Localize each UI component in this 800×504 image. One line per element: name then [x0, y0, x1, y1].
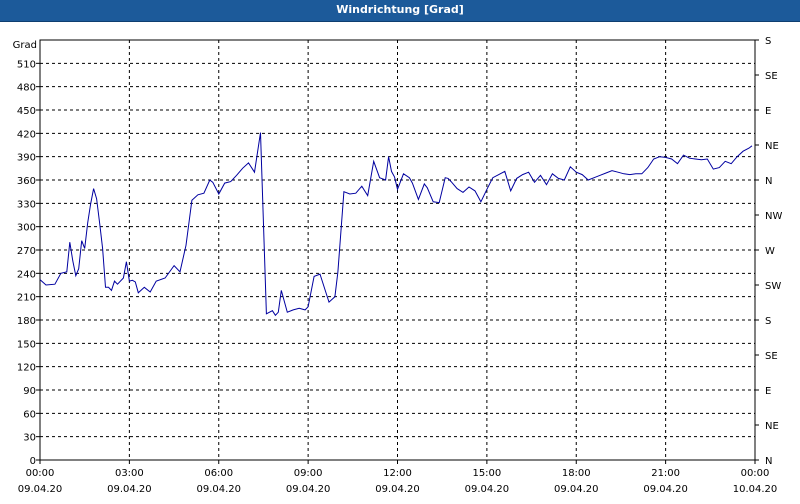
- right-axis-ticks: N NE E SE S SW W NW N NE E SE S: [755, 36, 782, 467]
- grid: [40, 40, 755, 460]
- right-tick-label: SE: [765, 351, 778, 362]
- y-tick-label: 180: [17, 316, 36, 327]
- y-tick-label: 120: [17, 363, 36, 374]
- x-tick-time-label: 06:00: [204, 468, 233, 479]
- y-tick-label: 30: [23, 433, 36, 444]
- window-title: Windrichtung [Grad]: [336, 3, 464, 16]
- x-tick-time-label: 09:00: [294, 468, 323, 479]
- x-tick-date-label: 09.04.20: [18, 484, 63, 495]
- x-tick-time-label: 03:00: [115, 468, 144, 479]
- x-tick-date-label: 09.04.20: [643, 484, 688, 495]
- x-tick-time-label: 12:00: [383, 468, 412, 479]
- right-tick-label: SW: [765, 281, 781, 292]
- x-tick-time-label: 21:00: [651, 468, 680, 479]
- right-tick-label: N: [765, 176, 772, 187]
- y-tick-label: 510: [17, 59, 36, 70]
- y-tick-label: 300: [17, 223, 36, 234]
- wind-direction-chart: Grad 0 30 60 90 120 150 180 210 240 270 300 330 360 3…: [13, 36, 783, 495]
- y-tick-label: 390: [17, 153, 36, 164]
- right-tick-label: S: [765, 316, 771, 327]
- right-tick-label: NW: [765, 211, 782, 222]
- x-tick-date-label: 09.04.20: [196, 484, 241, 495]
- chart-window: Windrichtung [Grad] Grad 0 30 60 90 120 150 18…: [0, 0, 800, 500]
- y-tick-label: 330: [17, 199, 36, 210]
- x-tick-date-label: 09.04.20: [465, 484, 510, 495]
- right-tick-label: NE: [765, 141, 779, 152]
- x-tick-date-label: 09.04.20: [554, 484, 599, 495]
- title-bar: Windrichtung [Grad]: [0, 0, 800, 22]
- y-tick-label: 60: [23, 409, 36, 420]
- right-tick-label: E: [765, 106, 771, 117]
- chart-area: Grad 0 30 60 90 120 150 180 210 240 270 300 330 360 3…: [0, 22, 800, 500]
- right-tick-label: S: [765, 36, 771, 47]
- x-tick-time-label: 00:00: [26, 468, 55, 479]
- right-tick-label: N: [765, 456, 772, 467]
- y-axis-ticks: 0 30 60 90 120 150 180 210 240 270 300 330 360 390 420…: [17, 59, 40, 467]
- x-axis-ticks: 00:00 09.04.20 03:00 09.04.20 06:00 09.04.20 0…: [18, 460, 778, 495]
- series-line: [39, 132, 753, 317]
- y-tick-label: 420: [17, 129, 36, 140]
- x-tick-date-label: 09.04.20: [107, 484, 152, 495]
- x-tick-time-label: 15:00: [472, 468, 501, 479]
- y-tick-label: 0: [30, 456, 36, 467]
- right-tick-label: NE: [765, 421, 779, 432]
- x-tick-date-label: 09.04.20: [286, 484, 331, 495]
- x-tick-date-label: 10.04.20: [733, 484, 778, 495]
- right-tick-label: E: [765, 386, 771, 397]
- y-tick-label: 450: [17, 106, 36, 117]
- y-tick-label: 150: [17, 339, 36, 350]
- right-tick-label: SE: [765, 71, 778, 82]
- right-tick-label: W: [765, 246, 775, 257]
- x-tick-time-label: 00:00: [741, 468, 770, 479]
- y-axis-label: Grad: [13, 40, 37, 51]
- y-tick-label: 210: [17, 293, 36, 304]
- x-tick-time-label: 18:00: [562, 468, 591, 479]
- x-tick-date-label: 09.04.20: [375, 484, 420, 495]
- y-tick-label: 240: [17, 269, 36, 280]
- y-tick-label: 360: [17, 176, 36, 187]
- y-tick-label: 270: [17, 246, 36, 257]
- y-tick-label: 480: [17, 83, 36, 94]
- y-tick-label: 90: [23, 386, 36, 397]
